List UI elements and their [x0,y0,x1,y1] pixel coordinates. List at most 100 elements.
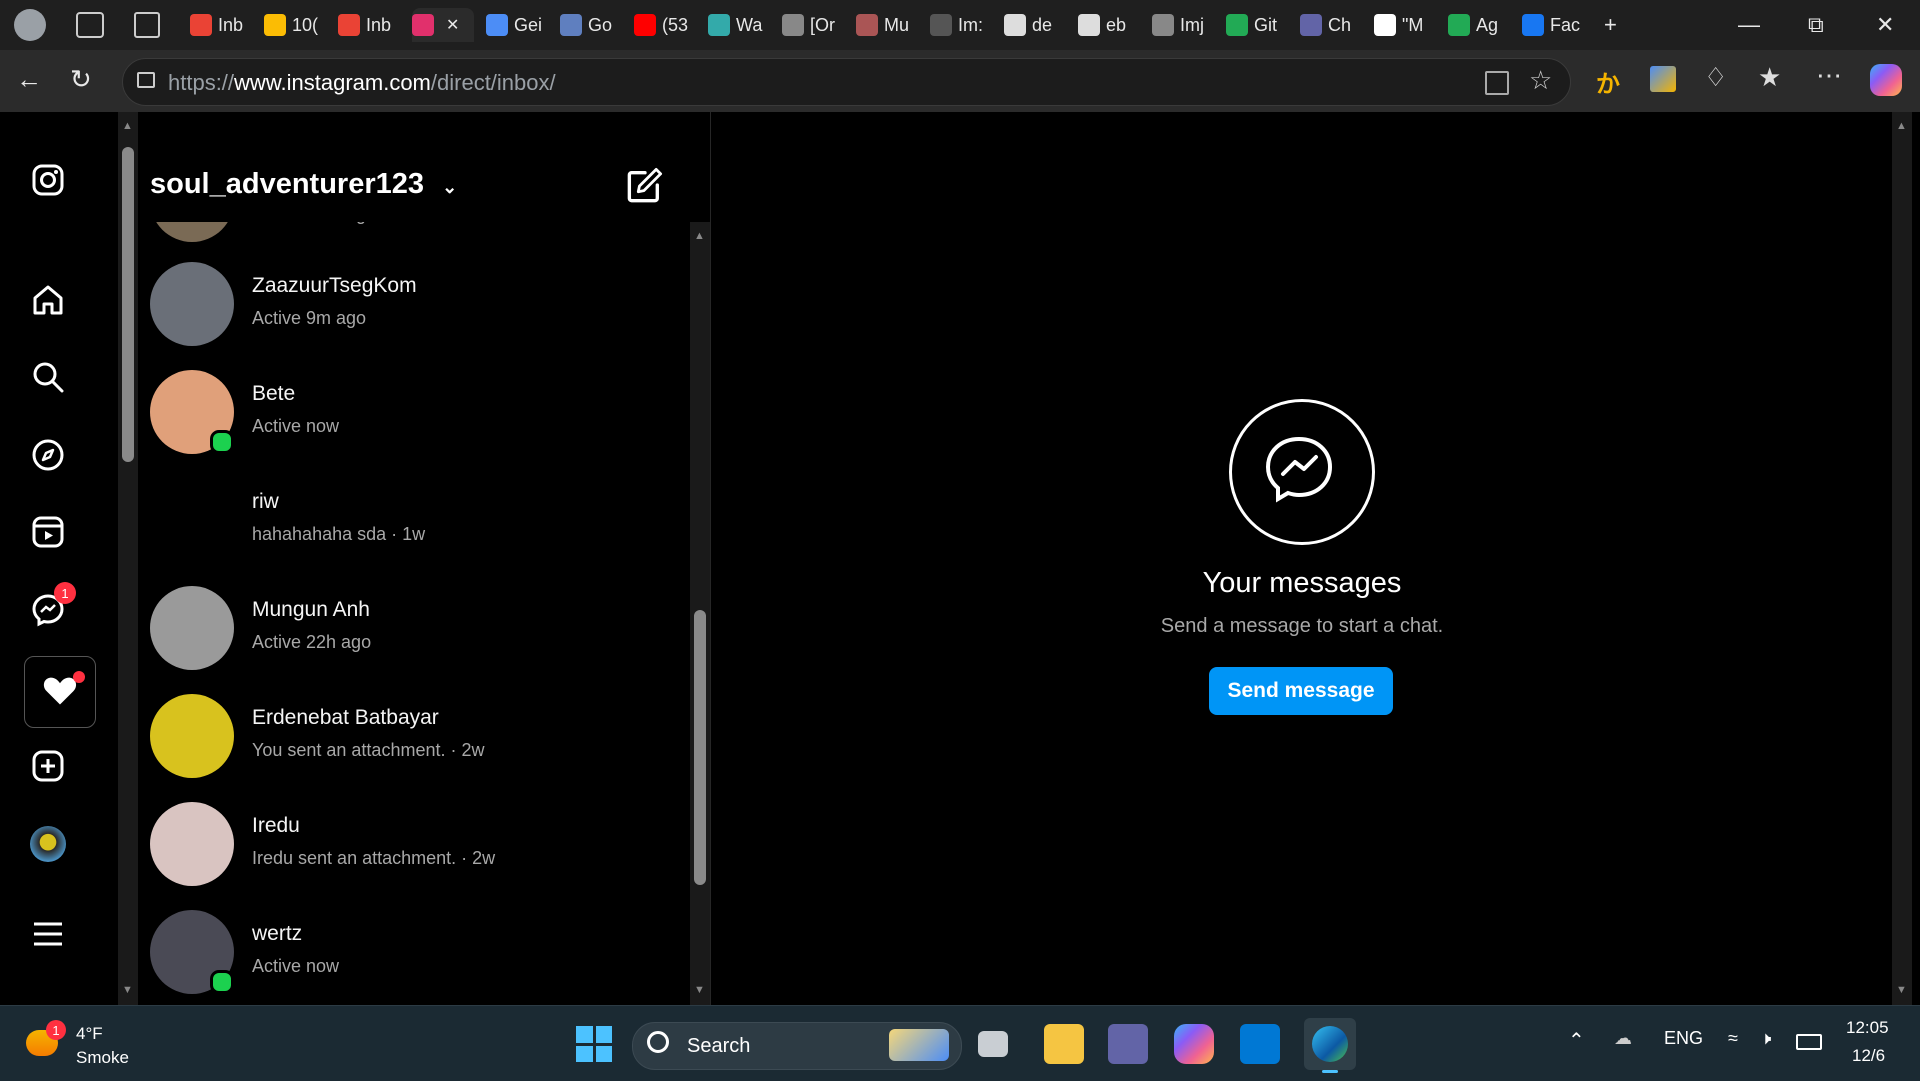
search-icon[interactable] [28,357,68,397]
scroll-down-arrow-icon[interactable]: ▼ [1896,984,1907,996]
scroll-down-arrow-icon[interactable]: ▼ [122,984,133,996]
profile-avatar-icon[interactable] [14,9,46,41]
search-label: Search [687,1035,751,1057]
edge-browser-icon[interactable] [1304,1018,1356,1073]
back-arrow-icon[interactable]: ← [16,64,42,95]
explore-compass-icon[interactable] [28,435,68,475]
browser-tab[interactable]: eb [1078,8,1144,42]
restore-button[interactable]: ⧉ [1808,12,1824,38]
address-bar[interactable]: https://www.instagram.com/direct/inbox/ … [122,58,1571,106]
conversation-list-scrollbar-thumb[interactable] [694,610,706,885]
profile-avatar[interactable] [28,824,68,864]
wifi-icon[interactable]: ≈ [1728,1028,1738,1049]
workspaces-icon[interactable] [76,12,104,38]
browser-tab[interactable]: Ch [1300,8,1366,42]
conversation-row[interactable]: Bete Active now [150,360,690,468]
copilot-icon[interactable] [1870,64,1902,96]
browser-tab[interactable]: de [1004,8,1070,42]
teams-icon[interactable] [1108,1024,1148,1064]
browser-tab[interactable]: [Or [782,8,848,42]
close-window-button[interactable]: ✕ [1876,12,1894,38]
file-explorer-icon[interactable] [1044,1024,1084,1064]
conversation-name: Bete [252,382,296,405]
avatar [150,262,234,346]
conversation-name: Mungun Anh [252,598,370,621]
task-view-icon[interactable] [978,1031,1008,1057]
refresh-icon[interactable]: ↻ [70,64,92,95]
browser-tab[interactable]: Git [1226,8,1292,42]
browser-tab[interactable]: Im: [930,8,996,42]
send-message-button[interactable]: Send message [1209,667,1393,715]
lock-icon [137,72,155,88]
avatar [150,802,234,886]
conversation-row[interactable]: Mungun Anh Active 22h ago [150,576,690,684]
browser-tab[interactable]: Fac [1522,8,1588,42]
vscode-icon[interactable] [1240,1024,1280,1064]
account-switcher[interactable]: soul_adventurer123 ⌄ [150,168,457,201]
clock-date[interactable]: 12/6 [1852,1046,1885,1066]
conversation-row[interactable]: Erdenebat Batbayar You sent an attachment… [150,684,690,792]
app-icon [1226,14,1248,36]
conversation-row[interactable]: riw hahahahaha sda · 1w [150,468,690,576]
browser-tab[interactable]: Imj [1152,8,1218,42]
vertical-tabs-icon[interactable] [134,12,160,38]
conversation-row[interactable]: wertz Active now [150,900,690,1005]
browser-tab[interactable]: Mu [856,8,922,42]
instagram-left-nav: 1 [8,112,116,1005]
more-hamburger-icon[interactable] [28,914,68,954]
gmail-icon [190,14,212,36]
windows-start-icon[interactable] [574,1024,614,1064]
scroll-down-arrow-icon[interactable]: ▼ [694,984,705,996]
instagram-logo-icon[interactable] [28,160,68,200]
page-scrollbar-thumb[interactable] [122,147,134,462]
show-hidden-icons-chevron-icon[interactable]: ⌃ [1568,1028,1585,1053]
weather-widget[interactable]: 1 4°F Smoke [26,1020,166,1070]
clock-time[interactable]: 12:05 [1846,1018,1889,1038]
scroll-up-arrow-icon[interactable]: ▲ [694,230,705,242]
scroll-up-arrow-icon[interactable]: ▲ [122,120,133,132]
reels-icon[interactable] [28,512,68,552]
page-scrollbar[interactable]: ▲ ▼ [118,112,138,1005]
scroll-up-arrow-icon[interactable]: ▲ [1896,120,1907,132]
browser-tab[interactable]: "M [1374,8,1440,42]
browser-tab[interactable]: Go [560,8,626,42]
conversation-row[interactable]: ZaazuurTsegKom Active 9m ago [150,252,690,360]
translate-extension-icon[interactable] [1650,66,1676,92]
notifications-button[interactable] [24,656,96,728]
new-message-compose-icon[interactable] [626,166,664,209]
messenger-icon[interactable]: 1 [28,582,76,630]
browser-tab[interactable]: Ag [1448,8,1514,42]
extensions-puzzle-icon[interactable]: ♢ [1704,62,1727,93]
onedrive-icon[interactable]: ☁ [1614,1028,1632,1049]
volume-icon[interactable]: 🕨 [1760,1028,1771,1049]
minimize-button[interactable]: — [1738,12,1760,38]
browser-tab[interactable]: Wa [708,8,774,42]
favorite-star-icon[interactable]: ☆ [1529,65,1552,96]
browser-tab[interactable]: Inb [338,8,404,42]
copilot-taskbar-icon[interactable] [1174,1024,1214,1064]
new-tab-button[interactable]: + [1604,12,1617,38]
more-menu-icon[interactable]: ⋯ [1816,60,1842,91]
taskbar-search[interactable]: Search [632,1022,962,1070]
close-tab-icon[interactable]: ✕ [446,15,459,35]
github-icon [1004,14,1026,36]
browser-tab[interactable]: Inb [190,8,256,42]
extension-ka-icon[interactable]: か [1596,64,1620,99]
messages-main-pane: Your messages Send a message to start a … [712,112,1892,1005]
battery-icon[interactable] [1796,1034,1822,1050]
conversation-status: hahahahaha sda · 1w [252,524,426,544]
favorites-list-icon[interactable]: ★ [1758,62,1781,93]
conversation-list-scrollbar[interactable]: ▲ ▼ [690,222,710,1005]
conversation-name: Iredu [252,814,300,837]
browser-tab[interactable]: Gei [486,8,552,42]
main-scrollbar[interactable]: ▲ ▼ [1892,112,1912,1005]
browser-tab[interactable]: 10( [264,8,330,42]
split-screen-icon[interactable] [1485,71,1509,95]
language-indicator[interactable]: ENG [1664,1028,1703,1049]
home-icon[interactable] [28,280,68,320]
conversation-row[interactable]: Iredu Iredu sent an attachment. · 2w [150,792,690,900]
create-post-icon[interactable] [28,746,68,786]
instagram-app: 1 ▲ ▼ ZaazuurTsegKom Active 9m ago Bete Act… [0,112,1920,1005]
browser-tab[interactable]: ✕ [412,8,474,42]
browser-tab[interactable]: (53 [634,8,700,42]
